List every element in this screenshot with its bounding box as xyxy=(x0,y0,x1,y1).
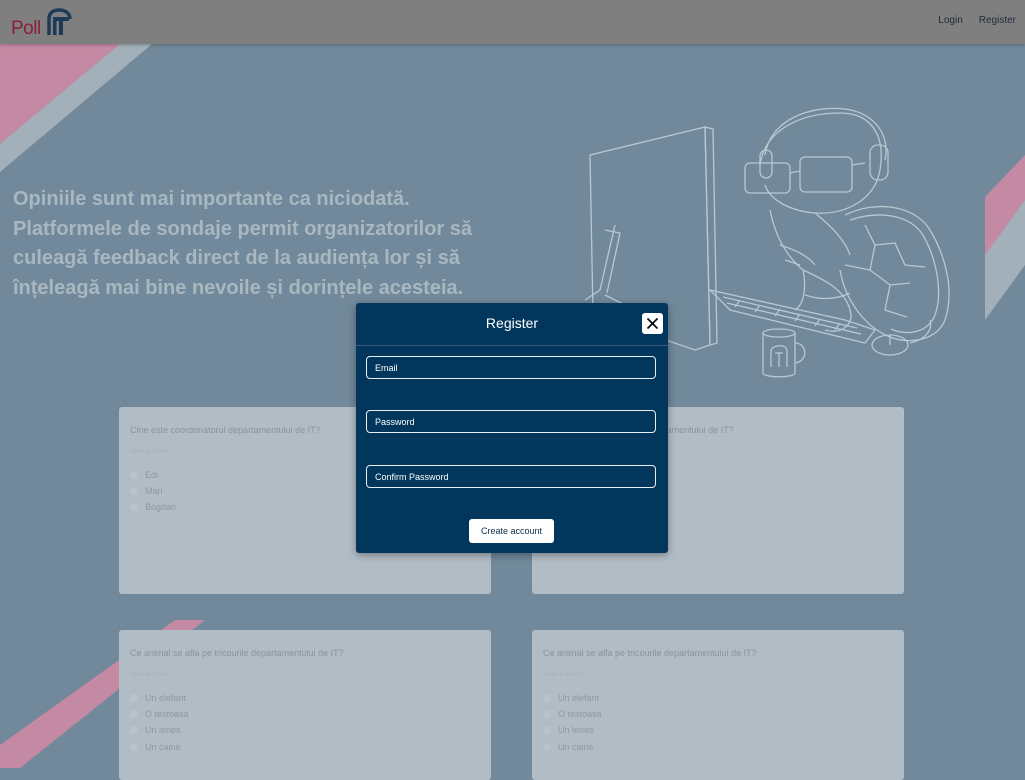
close-icon xyxy=(646,317,659,330)
poll-hint: Make a choice: xyxy=(130,449,171,455)
login-link[interactable]: Login xyxy=(938,15,962,26)
logo-it-mark xyxy=(47,8,72,35)
modal-divider xyxy=(356,345,668,346)
poll-option[interactable]: Un elefant xyxy=(543,690,602,706)
radio-icon[interactable] xyxy=(130,710,138,719)
poll-card: Ce animal se afla pe tricourile departam… xyxy=(532,630,904,780)
radio-icon[interactable] xyxy=(130,742,138,751)
logo-text: Poll xyxy=(11,18,41,39)
top-navbar: Poll Login Register xyxy=(0,0,1025,44)
poll-option[interactable]: Edi xyxy=(130,467,176,483)
radio-icon[interactable] xyxy=(130,487,138,496)
poll-option[interactable]: Un elefant xyxy=(130,690,189,706)
poll-question: Cine este coordonatorul departamentului … xyxy=(130,425,321,435)
poll-option[interactable]: Un caine xyxy=(130,739,189,755)
poll-option[interactable]: O testoasa xyxy=(543,706,602,722)
poll-hint: Make a choice: xyxy=(130,672,171,678)
header-nav: Login Register xyxy=(938,15,1016,26)
pollit-logo[interactable]: Poll xyxy=(10,7,72,39)
confirm-password-field[interactable] xyxy=(366,465,656,488)
poll-options: Edi Mari Bogdan xyxy=(130,467,176,516)
radio-icon[interactable] xyxy=(543,726,551,735)
password-field[interactable] xyxy=(366,410,656,433)
poll-option[interactable]: Un lenes xyxy=(130,722,189,738)
poll-option[interactable]: O testoasa xyxy=(130,706,189,722)
radio-icon[interactable] xyxy=(130,471,138,480)
radio-icon[interactable] xyxy=(543,694,551,703)
modal-title: Register xyxy=(485,315,539,331)
email-field[interactable] xyxy=(366,356,656,379)
register-link[interactable]: Register xyxy=(979,15,1016,26)
poll-option[interactable]: Un caine xyxy=(543,739,602,755)
poll-hint: Make a choice: xyxy=(543,672,584,678)
poll-options: Un elefant O testoasa Un lenes Un caine xyxy=(543,690,602,755)
poll-question: Ce animal se afla pe tricourile departam… xyxy=(543,648,757,658)
hero-text: Opiniile sunt mai importante ca niciodat… xyxy=(13,188,473,299)
create-account-button[interactable]: Create account xyxy=(469,519,554,543)
radio-icon[interactable] xyxy=(130,503,138,512)
poll-option[interactable]: Mari xyxy=(130,483,176,499)
poll-card: Ce animal se afla pe tricourile departam… xyxy=(119,630,491,780)
close-button[interactable] xyxy=(642,313,663,334)
radio-icon[interactable] xyxy=(130,726,138,735)
radio-icon[interactable] xyxy=(543,742,551,751)
decor-stripe-right xyxy=(985,155,1025,320)
radio-icon[interactable] xyxy=(130,694,138,703)
poll-option[interactable]: Bogdan xyxy=(130,499,176,515)
poll-option[interactable]: Un lenes xyxy=(543,722,602,738)
register-modal: Register Create account xyxy=(356,303,668,553)
radio-icon[interactable] xyxy=(543,710,551,719)
poll-options: Un elefant O testoasa Un lenes Un caine xyxy=(130,690,189,755)
poll-question: Ce animal se afla pe tricourile departam… xyxy=(130,648,344,658)
